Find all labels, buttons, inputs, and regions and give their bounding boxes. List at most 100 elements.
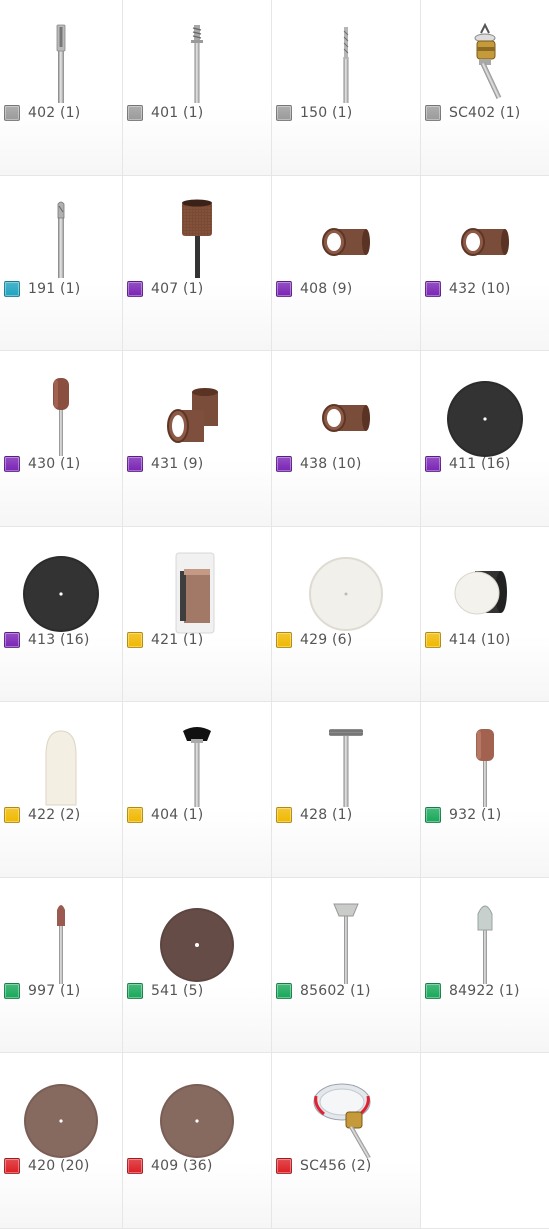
accessory-label: 85602 (1) bbox=[276, 982, 371, 1000]
accessory-label: 404 (1) bbox=[127, 806, 203, 824]
accessory-code: 404 (1) bbox=[151, 807, 204, 823]
accessory-label: 541 (5) bbox=[127, 982, 203, 1000]
category-color-swatch bbox=[127, 105, 143, 121]
accessory-tile[interactable]: 84922 (1) bbox=[421, 877, 549, 1053]
accessory-label: 932 (1) bbox=[425, 806, 501, 824]
category-color-swatch bbox=[425, 631, 441, 648]
accessory-tile[interactable]: 402 (1) bbox=[0, 0, 123, 176]
accessory-code: 428 (1) bbox=[300, 807, 353, 823]
accessory-tile[interactable]: 432 (10) bbox=[421, 175, 549, 351]
accessory-code: 414 (10) bbox=[449, 631, 511, 648]
accessory-code: SC456 (2) bbox=[300, 1158, 372, 1174]
accessory-tile[interactable]: 420 (20) bbox=[0, 1053, 123, 1229]
accessory-label: 84922 (1) bbox=[425, 982, 520, 1000]
accessory-label: 428 (1) bbox=[276, 806, 352, 824]
accessory-tile[interactable]: 421 (1) bbox=[123, 526, 272, 702]
accessory-tile[interactable]: SC456 (2) bbox=[272, 1053, 421, 1229]
accessory-label: 407 (1) bbox=[127, 280, 203, 298]
accessory-label: 438 (10) bbox=[276, 455, 362, 473]
accessory-tile[interactable]: 422 (2) bbox=[0, 702, 123, 878]
accessory-tile[interactable]: 409 (36) bbox=[123, 1053, 272, 1229]
accessory-tile[interactable]: 414 (10) bbox=[421, 526, 549, 702]
category-color-swatch bbox=[425, 807, 441, 823]
accessory-code: 411 (16) bbox=[449, 456, 511, 472]
accessory-code: 402 (1) bbox=[28, 105, 81, 121]
accessory-label: 411 (16) bbox=[425, 455, 511, 473]
accessory-code: 401 (1) bbox=[151, 105, 204, 121]
empty-tile bbox=[421, 1053, 549, 1229]
accessory-tile[interactable]: 431 (9) bbox=[123, 351, 272, 527]
category-color-swatch bbox=[276, 807, 292, 823]
accessory-code: 150 (1) bbox=[300, 105, 353, 121]
category-color-swatch bbox=[425, 982, 441, 999]
accessory-code: 432 (10) bbox=[449, 280, 511, 297]
accessory-tile[interactable]: 413 (16) bbox=[0, 526, 123, 702]
accessory-code: 431 (9) bbox=[151, 456, 204, 472]
accessory-tile[interactable]: 401 (1) bbox=[123, 0, 272, 176]
accessory-code: 408 (9) bbox=[300, 280, 353, 297]
category-color-swatch bbox=[4, 1158, 20, 1174]
category-color-swatch bbox=[127, 807, 143, 823]
accessory-code: 421 (1) bbox=[151, 631, 204, 648]
accessory-code: 430 (1) bbox=[28, 456, 81, 472]
category-color-swatch bbox=[276, 631, 292, 648]
accessory-label: 401 (1) bbox=[127, 104, 203, 122]
accessory-code: 932 (1) bbox=[449, 807, 502, 823]
category-color-swatch bbox=[127, 456, 143, 472]
accessory-label: 402 (1) bbox=[4, 104, 80, 122]
accessory-label: 421 (1) bbox=[127, 631, 203, 649]
accessory-tile[interactable]: 997 (1) bbox=[0, 877, 123, 1053]
accessory-code: 191 (1) bbox=[28, 280, 81, 297]
accessory-tile[interactable]: 430 (1) bbox=[0, 351, 123, 527]
category-color-swatch bbox=[4, 631, 20, 648]
accessory-code: 407 (1) bbox=[151, 280, 204, 297]
accessory-tile[interactable]: 541 (5) bbox=[123, 877, 272, 1053]
accessory-label: 422 (2) bbox=[4, 806, 80, 824]
category-color-swatch bbox=[127, 280, 143, 297]
accessory-label: 191 (1) bbox=[4, 280, 80, 298]
accessory-tile[interactable]: 932 (1) bbox=[421, 702, 549, 878]
category-color-swatch bbox=[276, 456, 292, 472]
accessory-tile[interactable]: 429 (6) bbox=[272, 526, 421, 702]
accessory-label: 997 (1) bbox=[4, 982, 80, 1000]
accessory-label: 413 (16) bbox=[4, 631, 90, 649]
accessory-tile[interactable]: 428 (1) bbox=[272, 702, 421, 878]
category-color-swatch bbox=[127, 982, 143, 999]
accessory-tile[interactable]: 85602 (1) bbox=[272, 877, 421, 1053]
category-color-swatch bbox=[276, 105, 292, 121]
accessory-code: 541 (5) bbox=[151, 982, 204, 999]
category-color-swatch bbox=[4, 982, 20, 999]
accessory-tile[interactable]: 191 (1) bbox=[0, 175, 123, 351]
accessory-code: 429 (6) bbox=[300, 631, 353, 648]
category-color-swatch bbox=[4, 280, 20, 297]
accessory-tile[interactable]: 438 (10) bbox=[272, 351, 421, 527]
accessory-code: 413 (16) bbox=[28, 631, 90, 648]
accessory-tile[interactable]: 150 (1) bbox=[272, 0, 421, 176]
accessory-label: SC456 (2) bbox=[276, 1157, 371, 1175]
category-color-swatch bbox=[127, 631, 143, 648]
accessory-tile[interactable]: 407 (1) bbox=[123, 175, 272, 351]
category-color-swatch bbox=[276, 1158, 292, 1174]
category-color-swatch bbox=[425, 456, 441, 472]
accessory-code: 997 (1) bbox=[28, 982, 81, 999]
accessory-tile[interactable]: SC402 (1) bbox=[421, 0, 549, 176]
category-color-swatch bbox=[276, 280, 292, 297]
accessory-label: SC402 (1) bbox=[425, 104, 520, 122]
accessory-tile[interactable]: 411 (16) bbox=[421, 351, 549, 527]
accessory-label: 408 (9) bbox=[276, 280, 352, 298]
accessory-grid: 402 (1) 401 (1) 150 (1) SC402 (1) 191 (1… bbox=[0, 0, 549, 1229]
accessory-label: 429 (6) bbox=[276, 631, 352, 649]
accessory-tile[interactable]: 408 (9) bbox=[272, 175, 421, 351]
accessory-label: 432 (10) bbox=[425, 280, 511, 298]
accessory-code: 409 (36) bbox=[151, 1158, 213, 1174]
accessory-label: 420 (20) bbox=[4, 1157, 90, 1175]
accessory-code: 85602 (1) bbox=[300, 982, 371, 999]
accessory-tile[interactable]: 404 (1) bbox=[123, 702, 272, 878]
accessory-label: 414 (10) bbox=[425, 631, 511, 649]
category-color-swatch bbox=[4, 456, 20, 472]
accessory-label: 150 (1) bbox=[276, 104, 352, 122]
category-color-swatch bbox=[127, 1158, 143, 1174]
accessory-label: 430 (1) bbox=[4, 455, 80, 473]
category-color-swatch bbox=[425, 105, 441, 121]
accessory-label: 409 (36) bbox=[127, 1157, 213, 1175]
